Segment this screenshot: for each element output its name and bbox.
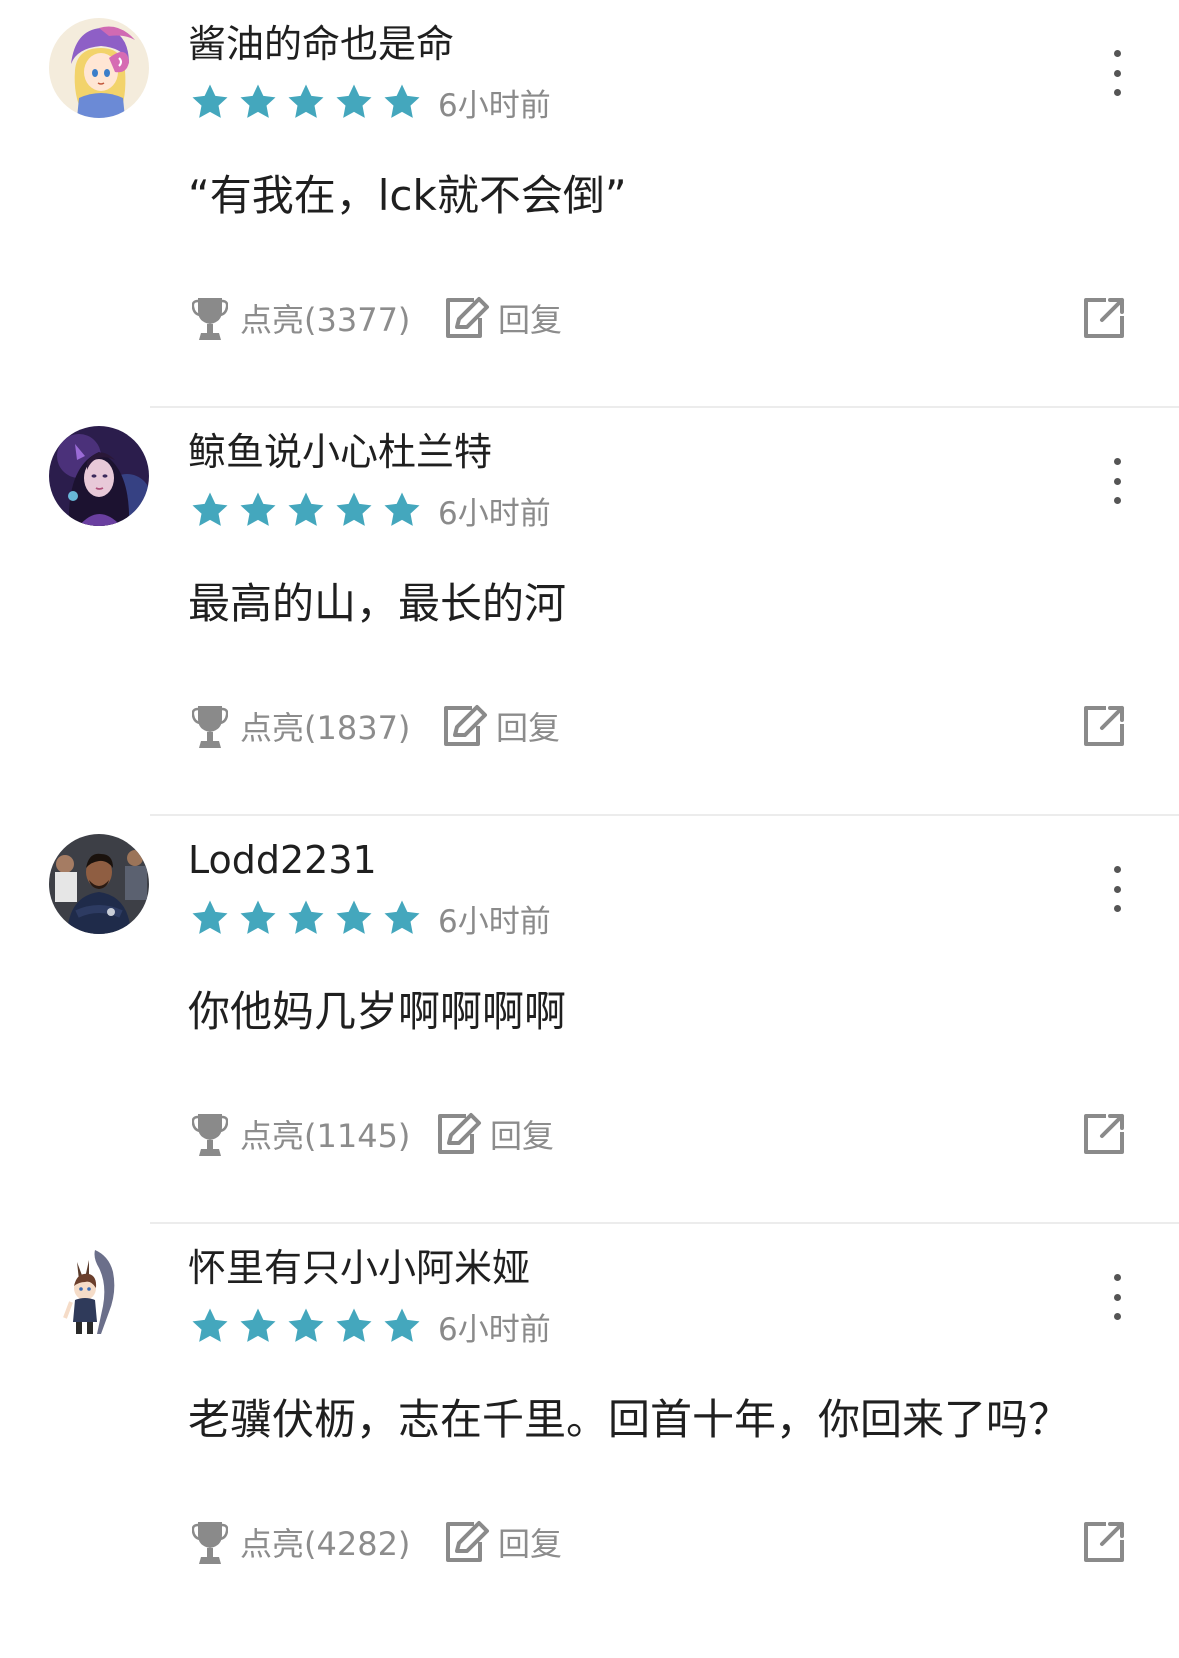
star-icon [288,900,324,934]
edit-icon [444,705,487,746]
star-icon [240,900,276,934]
username[interactable]: 怀里有只小小阿米娅 [188,1244,530,1292]
comment-item: Lodd2231 6小时前 你他妈几岁啊啊啊啊 点亮(1145) 回复 [0,816,1179,1224]
star-icon [240,492,276,526]
like-label: 点亮(1837) [240,709,411,747]
trophy-icon [192,298,228,340]
edit-icon [438,1113,481,1154]
rating-row: 6小时前 [190,894,551,942]
avatar[interactable] [49,1242,149,1342]
star-icon [288,492,324,526]
action-bar: 点亮(1837) 回复 [192,698,1152,754]
action-bar: 点亮(1145) 回复 [192,1106,1152,1162]
reply-label: 回复 [498,1525,563,1563]
rating-row: 6小时前 [190,486,551,534]
timestamp: 6小时前 [438,495,551,532]
username[interactable]: 酱油的命也是命 [188,20,454,68]
trophy-icon [192,706,228,748]
username[interactable]: 鲸鱼说小心杜兰特 [188,428,492,476]
like-button[interactable]: 点亮(3377) [192,290,410,346]
timestamp: 6小时前 [438,87,551,124]
comment-text: 你他妈几岁啊啊啊啊 [188,987,567,1036]
reply-label: 回复 [496,709,561,747]
star-icon [240,1308,276,1342]
share-icon[interactable] [1080,1110,1128,1158]
star-icon [192,492,228,526]
like-label: 点亮(4282) [240,1525,411,1563]
star-icon [384,1308,420,1342]
more-vertical-icon[interactable] [1100,866,1134,912]
star-icon [384,900,420,934]
anime-girl-avatar [49,18,149,118]
avatar[interactable] [49,18,149,118]
star-icon [192,84,228,118]
like-label: 点亮(1145) [240,1117,411,1155]
comment-item: 酱油的命也是命 6小时前 “有我在，lck就不会倒” 点亮(3377) 回复 [0,0,1179,408]
star-rating [190,490,422,530]
share-icon[interactable] [1080,702,1128,750]
comment-item: 怀里有只小小阿米娅 6小时前 老骥伏枥，志在千里。回首十年，你回来了吗？ 点亮(… [0,1224,1179,1632]
trophy-icon [192,1114,228,1156]
edit-icon [446,297,489,338]
reply-button[interactable]: 回复 [444,1514,562,1570]
comment-text: 最高的山，最长的河 [188,579,567,628]
star-icon [192,1308,228,1342]
comment-feed: 酱油的命也是命 6小时前 “有我在，lck就不会倒” 点亮(3377) 回复 鲸… [0,0,1179,1632]
share-icon[interactable] [1080,1518,1128,1566]
trophy-icon [192,1522,228,1564]
share-icon[interactable] [1080,294,1128,342]
like-label: 点亮(3377) [240,301,411,339]
edit-icon [446,1521,489,1562]
reply-button[interactable]: 回复 [444,290,562,346]
man-photo-avatar [49,834,149,934]
reply-label: 回复 [490,1117,555,1155]
rating-row: 6小时前 [190,1302,551,1350]
more-vertical-icon[interactable] [1100,1274,1134,1320]
avatar[interactable] [49,834,149,934]
comment-text: 老骥伏枥，志在千里。回首十年，你回来了吗？ [188,1395,1071,1444]
timestamp: 6小时前 [438,1311,551,1348]
star-icon [240,84,276,118]
star-rating [190,898,422,938]
comment-text: “有我在，lck就不会倒” [188,171,627,220]
star-icon [288,1308,324,1342]
star-icon [384,84,420,118]
rating-row: 6小时前 [190,78,551,126]
star-icon [336,492,372,526]
star-icon [336,900,372,934]
more-vertical-icon[interactable] [1100,458,1134,504]
fantasy-woman-avatar [49,426,149,526]
star-icon [336,1308,372,1342]
reply-button[interactable]: 回复 [436,1106,554,1162]
star-icon [192,900,228,934]
star-rating [190,82,422,122]
reply-button[interactable]: 回复 [442,698,560,754]
star-icon [288,84,324,118]
like-button[interactable]: 点亮(1145) [192,1106,410,1162]
star-icon [384,492,420,526]
more-vertical-icon[interactable] [1100,50,1134,96]
like-button[interactable]: 点亮(4282) [192,1514,410,1570]
username[interactable]: Lodd2231 [188,836,377,884]
comment-item: 鲸鱼说小心杜兰特 6小时前 最高的山，最长的河 点亮(1837) 回复 [0,408,1179,816]
reply-label: 回复 [498,301,563,339]
like-button[interactable]: 点亮(1837) [192,698,410,754]
star-rating [190,1306,422,1346]
star-icon [336,84,372,118]
avatar[interactable] [49,426,149,526]
action-bar: 点亮(4282) 回复 [192,1514,1152,1570]
timestamp: 6小时前 [438,903,551,940]
action-bar: 点亮(3377) 回复 [192,290,1152,346]
chibi-character-avatar [49,1242,149,1342]
